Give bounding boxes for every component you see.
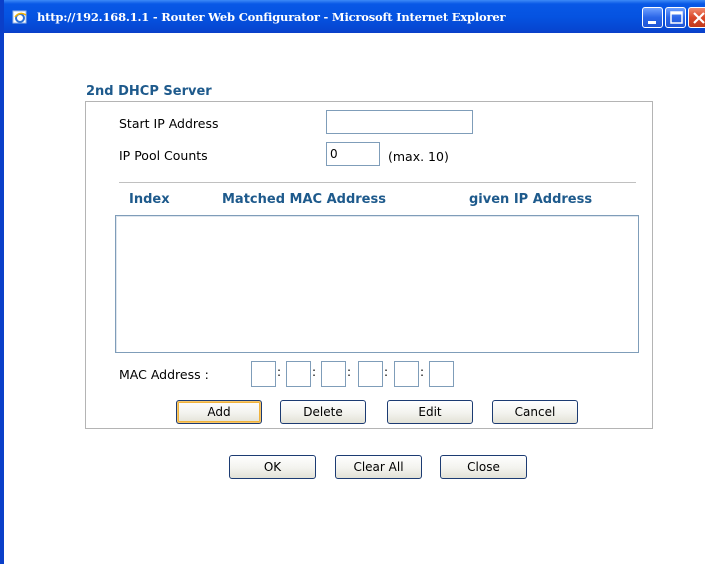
column-header-mac: Matched MAC Address [222,192,386,207]
mac-octet-4[interactable] [358,361,383,387]
cancel-button[interactable]: Cancel [492,400,578,424]
edit-button[interactable]: Edit [387,400,473,424]
ie-icon [12,9,28,25]
column-header-ip: given IP Address [469,192,593,207]
mapping-list[interactable] [115,215,639,353]
mac-separator: : [384,365,389,379]
column-header-index: Index [129,192,170,207]
window-title: http://192.168.1.1 - Router Web Configur… [37,10,506,24]
close-window-button[interactable] [688,7,705,28]
mac-octet-3[interactable] [321,361,346,387]
clear-all-button[interactable]: Clear All [335,455,422,479]
add-button[interactable]: Add [176,400,262,424]
mac-octet-6[interactable] [429,361,454,387]
minimize-icon [648,21,656,24]
mac-separator: : [420,365,425,379]
delete-button[interactable]: Delete [280,400,366,424]
maximize-button[interactable] [665,7,686,28]
mac-separator: : [347,365,352,379]
mac-octet-5[interactable] [394,361,419,387]
ok-button[interactable]: OK [229,455,316,479]
pool-counts-note: (max. 10) [388,149,449,164]
section-title: 2nd DHCP Server [86,84,212,99]
pool-counts-input[interactable] [326,142,380,166]
browser-popup-window: http://192.168.1.1 - Router Web Configur… [0,0,705,564]
divider [119,182,636,183]
maximize-icon [670,11,683,24]
window-titlebar[interactable]: http://192.168.1.1 - Router Web Configur… [4,0,705,33]
close-button[interactable]: Close [440,455,527,479]
close-icon [693,12,705,24]
dhcp-server-panel: Start IP Address IP Pool Counts (max. 10… [85,101,653,429]
mac-separator: : [277,365,282,379]
start-ip-input[interactable] [326,110,473,134]
minimize-button[interactable] [642,7,663,28]
mac-address-label: MAC Address : [119,367,209,382]
mac-octet-2[interactable] [286,361,311,387]
pool-counts-label: IP Pool Counts [119,148,208,163]
mac-octet-1[interactable] [251,361,276,387]
dialog-content: 2nd DHCP Server Start IP Address IP Pool… [4,33,705,564]
start-ip-label: Start IP Address [119,116,219,131]
mac-separator: : [312,365,317,379]
